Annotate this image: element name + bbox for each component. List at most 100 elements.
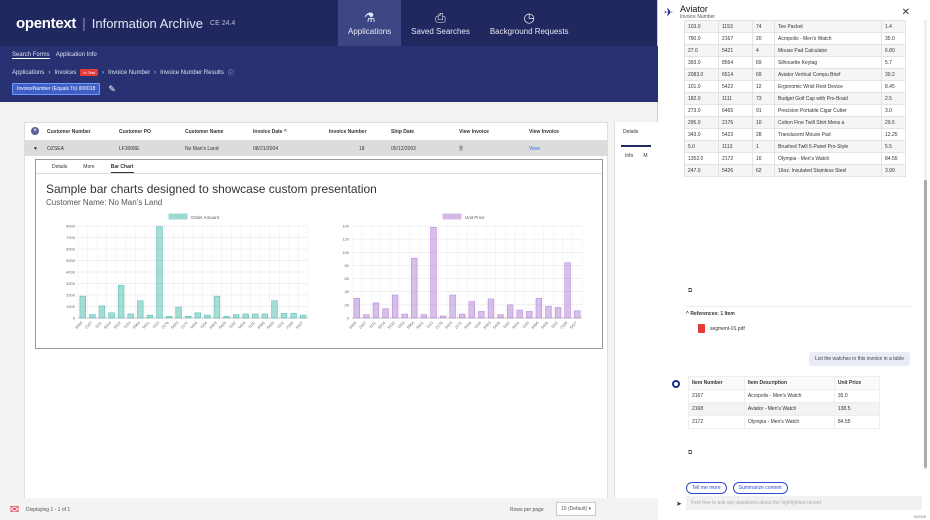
bar — [280, 313, 288, 319]
crumb-applications[interactable]: Applications — [12, 70, 44, 76]
document-icon[interactable]: 🗎 — [459, 146, 463, 154]
x-tick-label: 2172 — [180, 321, 189, 330]
table-row[interactable]: ▼ OZSEA LF3008E No Man's Land 08/21/2004… — [25, 141, 607, 156]
crumb-results: Invoice Number Results — [160, 69, 224, 76]
chevron-down-icon[interactable]: ▼ — [33, 146, 38, 152]
reference-file-name: segment-01.pdf — [710, 325, 745, 332]
tab-m[interactable]: M — [643, 153, 647, 159]
table-cell: 69 — [752, 68, 775, 81]
x-tick-label: 1153 — [397, 321, 406, 330]
table-cell: 6.80 — [881, 44, 906, 57]
tab-bar-chart[interactable]: Bar Chart — [110, 164, 134, 173]
info-icon[interactable]: ⓘ — [228, 68, 234, 77]
send-icon[interactable]: ➤ — [676, 500, 682, 508]
col-customer-number[interactable]: Customer Number — [47, 129, 91, 135]
add-column-icon[interactable]: + — [31, 127, 39, 135]
filter-chip[interactable]: InvoiceNumber (Equals To) 000018 — [12, 83, 101, 95]
nav-saved-searches[interactable]: ⎙ Saved Searches — [401, 0, 480, 46]
details-tab[interactable]: Details — [623, 129, 638, 135]
col-customer-name[interactable]: Customer Name — [185, 129, 223, 135]
pencil-icon[interactable]: ✎ — [108, 84, 116, 95]
crumb-invoices[interactable]: Invoices — [54, 70, 76, 76]
table-cell: Brushed Twill 5-Panel Pro-Style — [774, 140, 882, 153]
x-tick-label: 5420 — [540, 321, 549, 330]
table-cell: 3.99 — [881, 164, 906, 177]
x-tick-label: 6465 — [75, 321, 84, 330]
rows-per-page-select[interactable]: 10 (Default) ▾ — [556, 502, 597, 516]
table-cell: Olympia - Men's Watch — [743, 415, 835, 429]
nav-applications-label: Applications — [348, 26, 392, 36]
tab-details[interactable]: Details — [52, 164, 67, 173]
view-invoice-link[interactable]: View — [529, 146, 540, 152]
x-tick-label: 5423 — [171, 321, 180, 330]
tab-info[interactable]: Info — [625, 153, 633, 159]
table-cell: Acropolis - Men's Watch — [774, 32, 882, 45]
tab-search-forms[interactable]: Search Forms — [12, 52, 50, 59]
aviator-logo-icon: ✈ — [664, 7, 674, 19]
table-cell: 1 — [752, 140, 775, 153]
x-tick-label: 5424 — [238, 321, 247, 330]
bar — [165, 315, 173, 319]
table-cell: 4 — [752, 44, 775, 57]
references-section: ^ References: 1 Item segment-01.pdf — [686, 306, 914, 333]
x-tick-label: 2176 — [435, 321, 444, 330]
col-customer-po[interactable]: Customer PO — [119, 129, 151, 135]
table-cell: 74 — [752, 20, 775, 33]
scrollbar-thumb[interactable] — [924, 180, 927, 468]
bar — [420, 314, 428, 319]
table-cell: 62 — [752, 164, 775, 177]
tab-application-info[interactable]: Application Info — [56, 52, 97, 59]
chat-input[interactable]: Feel free to ask any questions about the… — [686, 496, 922, 510]
x-tick-label: 2167 — [84, 321, 93, 330]
legend-label: Unit Price — [465, 215, 485, 220]
reference-file[interactable]: segment-01.pdf — [698, 324, 745, 333]
table-row: 103.0 1153 74 Tee Packet 1.4 — [684, 20, 906, 33]
table-cell: 6514 — [718, 68, 753, 81]
bar — [127, 313, 134, 319]
col-view-invoice-1[interactable]: View Invoice — [459, 129, 489, 135]
nav-background-requests[interactable]: ◷ Background Requests — [480, 0, 579, 46]
mail-icon[interactable]: ✉ — [10, 503, 19, 516]
prompt-tell-me-more[interactable]: Tell me more — [686, 482, 727, 494]
table-cell: 343.0 — [684, 128, 719, 141]
col-ship-date[interactable]: Ship Date — [391, 129, 414, 135]
table-cell: Precision Portable Cigar Cutter — [774, 104, 882, 117]
table-cell: 10 — [752, 116, 775, 129]
close-icon[interactable]: ✕ — [902, 7, 910, 18]
prompt-summarize[interactable]: Summarize content — [732, 482, 788, 494]
table-cell: 30.2 — [881, 68, 906, 81]
order-amount-chart: Order Amount 0 1000 2000 3000 4000 5000 6000 700… — [66, 213, 309, 330]
bar — [232, 314, 240, 319]
crumb-invoice-number[interactable]: Invoice Number — [108, 70, 150, 76]
row-detail-panel: Details More Bar Chart Sample bar charts… — [35, 159, 603, 349]
table-row: 27.0 5421 4 Mouse Pad Calculator 6.80 — [684, 44, 906, 57]
aviator-avatar-icon — [672, 380, 680, 388]
bar — [213, 295, 221, 319]
table-cell: 35.0 — [881, 32, 906, 45]
bar — [353, 297, 360, 319]
table-cell: 3.0 — [881, 104, 906, 117]
nav-applications[interactable]: ⚗ Applications — [338, 0, 402, 46]
table-cell: 103.0 — [684, 20, 719, 33]
table-row: 2083.0 6514 69 Aviator Vertical Compu Brief… — [684, 68, 906, 81]
crumb-sep-1: › — [48, 69, 51, 76]
y-tick-label: 0 — [347, 316, 350, 321]
references-toggle[interactable]: ^ References: 1 Item — [686, 311, 735, 317]
tab-more[interactable]: More — [83, 164, 94, 173]
col-invoice-number[interactable]: Invoice Number — [329, 129, 367, 135]
col-invoice-date[interactable]: Invoice Date ^ — [253, 129, 287, 135]
table-cell: 295.0 — [684, 116, 719, 129]
copy-icon[interactable]: ⧉ — [688, 288, 692, 295]
x-tick-label: 1111 — [368, 321, 376, 329]
bar — [401, 313, 408, 319]
col-view-invoice-2[interactable]: View Invoice — [529, 129, 559, 135]
chart-panel-subtitle: Customer Name: No Man's Land — [46, 198, 163, 207]
table-row: 1352.0 2172 16 Olympia - Men's Watch 84.55 — [684, 152, 906, 165]
table-cell: 2172 — [688, 415, 745, 429]
cell-ship-date: 05/12/2002 — [391, 146, 417, 152]
chevron-down-icon: ▾ — [588, 506, 592, 512]
table-cell: 1113 — [718, 140, 753, 153]
table-row: 2172 Olympia - Men's Watch 84.55 — [688, 415, 881, 429]
x-tick-label: 8564 — [406, 321, 415, 330]
copy-icon[interactable]: ⧉ — [688, 450, 692, 457]
